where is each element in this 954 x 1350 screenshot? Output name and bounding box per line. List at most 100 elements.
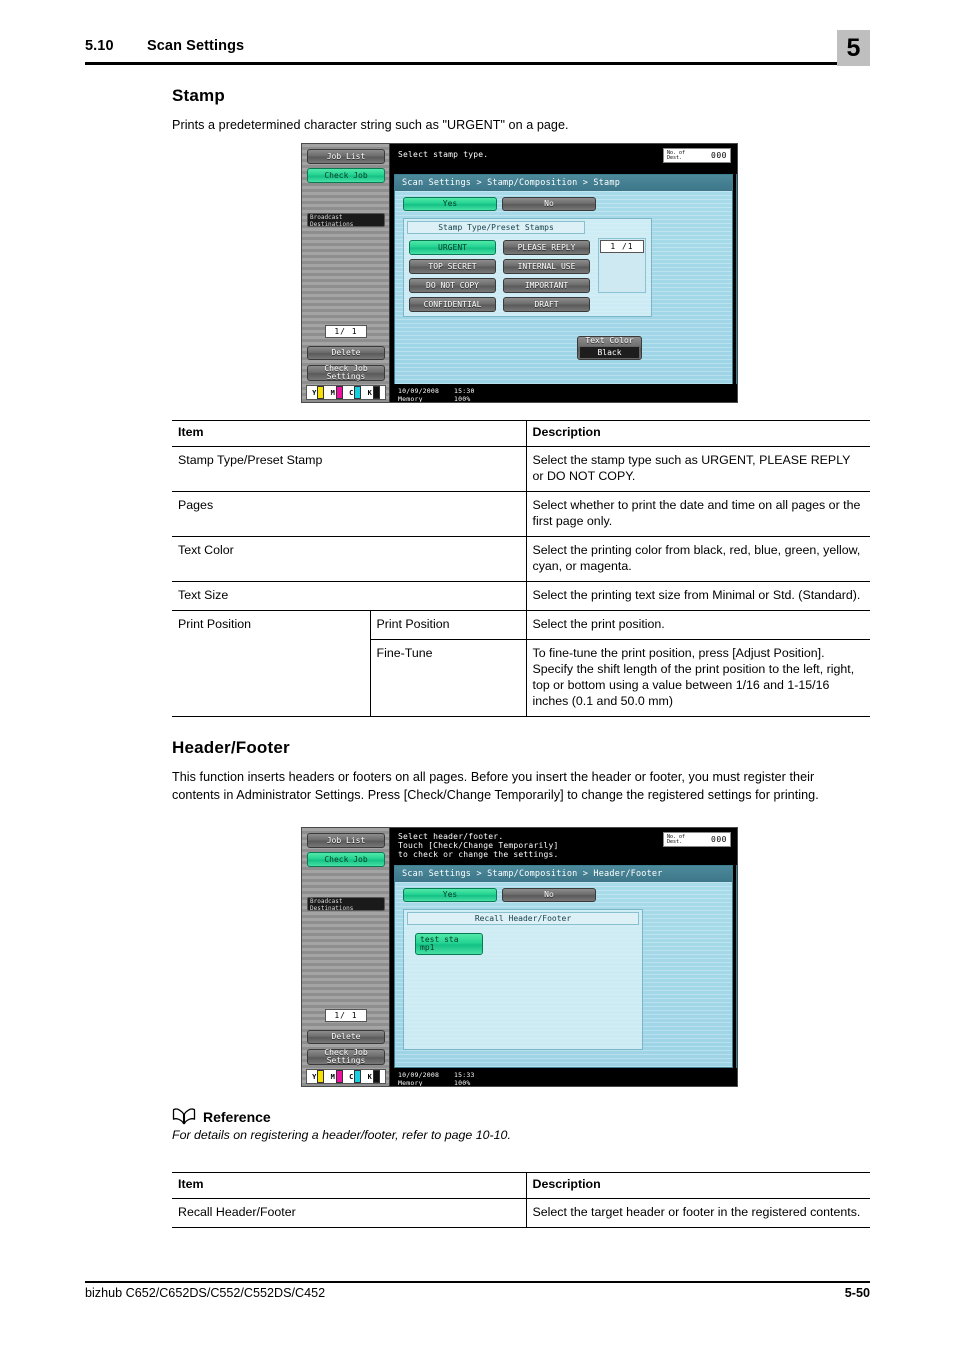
memory-label: Memory <box>398 395 423 403</box>
reference-title: Reference <box>203 1109 271 1125</box>
toner-bar-yellow <box>317 1070 325 1083</box>
row-item: Print Position <box>172 610 370 717</box>
stamp-type-confidential[interactable]: CONFIDENTIAL <box>409 297 496 312</box>
dest-label: No. of Dest. <box>667 834 685 845</box>
status-message: Select stamp type. <box>398 150 489 159</box>
screen-time: 15:33 <box>454 1071 475 1079</box>
row-description: Select the print position. <box>525 610 870 640</box>
footer-rule <box>85 1281 870 1283</box>
no-button[interactable]: No <box>502 197 596 211</box>
toner-label-c: C <box>349 388 354 397</box>
toner-label-m: M <box>330 1072 335 1081</box>
stamp-type-draft[interactable]: DRAFT <box>503 297 590 312</box>
recall-item-test-stamp1[interactable]: test sta mp1 <box>415 933 483 955</box>
no-button[interactable]: No <box>502 888 596 902</box>
reference-body: For details on registering a header/foot… <box>172 1128 511 1142</box>
toner-label-k: K <box>367 1072 372 1081</box>
toner-gauge: Y M C K <box>306 1069 386 1084</box>
row-item: Stamp Type/Preset Stamp <box>172 446 526 492</box>
toner-label-k: K <box>367 388 372 397</box>
delete-button[interactable]: Delete <box>307 1030 385 1044</box>
row-description: Select whether to print the date and tim… <box>525 491 870 537</box>
footer-model: bizhub C652/C652DS/C552/C552DS/C452 <box>85 1286 326 1300</box>
check-job-settings-button[interactable]: Check Job Settings <box>307 1048 385 1065</box>
header-rule <box>85 62 870 65</box>
screen-date: 10/09/2008 <box>398 387 440 395</box>
memory-label: Memory <box>398 1079 423 1087</box>
destination-count-box: No. of Dest. 000 <box>663 148 731 163</box>
row-item: Recall Header/Footer <box>172 1198 526 1228</box>
dest-label-line-2: Dest. <box>667 154 683 161</box>
job-list-button[interactable]: Job List <box>307 833 385 848</box>
row-description: Select the printing text size from Minim… <box>525 581 870 611</box>
table-row: Text Color Select the printing color fro… <box>172 536 870 582</box>
broadcast-line-2: Destinations <box>310 220 354 228</box>
toner-black: K <box>368 386 380 399</box>
footer-page-number: 5-50 <box>844 1286 870 1300</box>
status-message-line-3: to check or change the settings. <box>398 850 559 859</box>
table-header-row: Item Description <box>172 420 870 447</box>
column-header-description: Description <box>525 1172 870 1199</box>
toner-magenta: M <box>331 386 343 399</box>
table-row: Pages Select whether to print the date a… <box>172 491 870 537</box>
stamp-type-internal-use[interactable]: INTERNAL USE <box>503 259 590 274</box>
memory-value: 100% <box>454 1079 471 1087</box>
dest-label: No. of Dest. <box>667 150 685 161</box>
row-item: Pages <box>172 491 526 537</box>
toner-yellow: Y <box>312 1070 325 1083</box>
screen-date: 10/09/2008 <box>398 1071 440 1079</box>
memory-value: 100% <box>454 395 471 403</box>
stamp-panel: Scan Settings > Stamp/Composition > Stam… <box>394 174 733 386</box>
dest-count-value: 000 <box>711 151 727 160</box>
text-color-button[interactable]: Text Color Black <box>577 336 642 360</box>
recall-group-title: Recall Header/Footer <box>407 912 639 925</box>
stamp-type-urgent[interactable]: URGENT <box>409 240 496 255</box>
hf-right-panel: Mode Check Check/Change Temporarily Rese… <box>736 865 737 1068</box>
sidebar-page-counter: 1/ 1 <box>325 1009 367 1022</box>
check-job-settings-button[interactable]: Check Job Settings <box>307 364 385 381</box>
toner-cyan: C <box>349 1070 362 1083</box>
toner-cyan: C <box>349 386 362 399</box>
recall-item-line-2: mp1 <box>420 943 435 952</box>
stamp-page-indicator: 1 /1 <box>600 240 644 253</box>
destination-count-box: No. of Dest. 000 <box>663 832 731 847</box>
hf-screen-footer: 10/09/2008 15:33 Memory 100% <box>390 1068 737 1086</box>
check-job-button[interactable]: Check Job <box>307 852 385 867</box>
toner-bar-black <box>372 386 380 399</box>
row-item: Text Color <box>172 536 526 582</box>
stamp-right-panel: Pages All Pages 1st Page Only Text Size … <box>736 174 737 386</box>
delete-button[interactable]: Delete <box>307 346 385 360</box>
stamp-type-do-not-copy[interactable]: DO NOT COPY <box>409 278 496 293</box>
row-description: To fine-tune the print position, press [… <box>525 639 870 717</box>
hf-panel: Scan Settings > Stamp/Composition > Head… <box>394 865 733 1068</box>
stamp-type-important[interactable]: IMPORTANT <box>503 278 590 293</box>
row-subitem: Print Position <box>369 610 526 640</box>
screen-time: 15:30 <box>454 387 475 395</box>
row-description: Select the printing color from black, re… <box>525 536 870 582</box>
stamp-type-please-reply[interactable]: PLEASE REPLY <box>503 240 590 255</box>
column-header-item: Item <box>172 1172 526 1199</box>
check-job-button[interactable]: Check Job <box>307 168 385 183</box>
breadcrumb: Scan Settings > Stamp/Composition > Head… <box>395 866 732 882</box>
page-title-header-footer: Header/Footer <box>172 738 290 757</box>
toner-label-c: C <box>349 1072 354 1081</box>
yes-button[interactable]: Yes <box>403 888 497 902</box>
stamp-type-group-title: Stamp Type/Preset Stamps <box>407 221 585 234</box>
check-job-settings-line-2: Settings <box>326 1056 366 1065</box>
section-title: Scan Settings <box>147 38 245 54</box>
stamp-type-top-secret[interactable]: TOP SECRET <box>409 259 496 274</box>
stamp-intro: Prints a predetermined character string … <box>172 118 569 132</box>
yes-button[interactable]: Yes <box>403 197 497 211</box>
table-row: Text Size Select the printing text size … <box>172 581 870 611</box>
column-header-description: Description <box>525 420 870 447</box>
recall-group <box>403 909 643 1050</box>
row-description: Select the stamp type such as URGENT, PL… <box>525 446 870 492</box>
toner-bar-magenta <box>335 386 343 399</box>
job-list-button[interactable]: Job List <box>307 149 385 164</box>
chapter-tab: 5 <box>837 30 870 66</box>
broadcast-destinations-label: Broadcast Destinations <box>307 213 385 227</box>
running-head: 5.10 Scan Settings <box>85 38 775 54</box>
row-description: Select the target header or footer in th… <box>525 1198 870 1228</box>
dest-label-line-2: Dest. <box>667 838 683 845</box>
toner-bar-black <box>372 1070 380 1083</box>
